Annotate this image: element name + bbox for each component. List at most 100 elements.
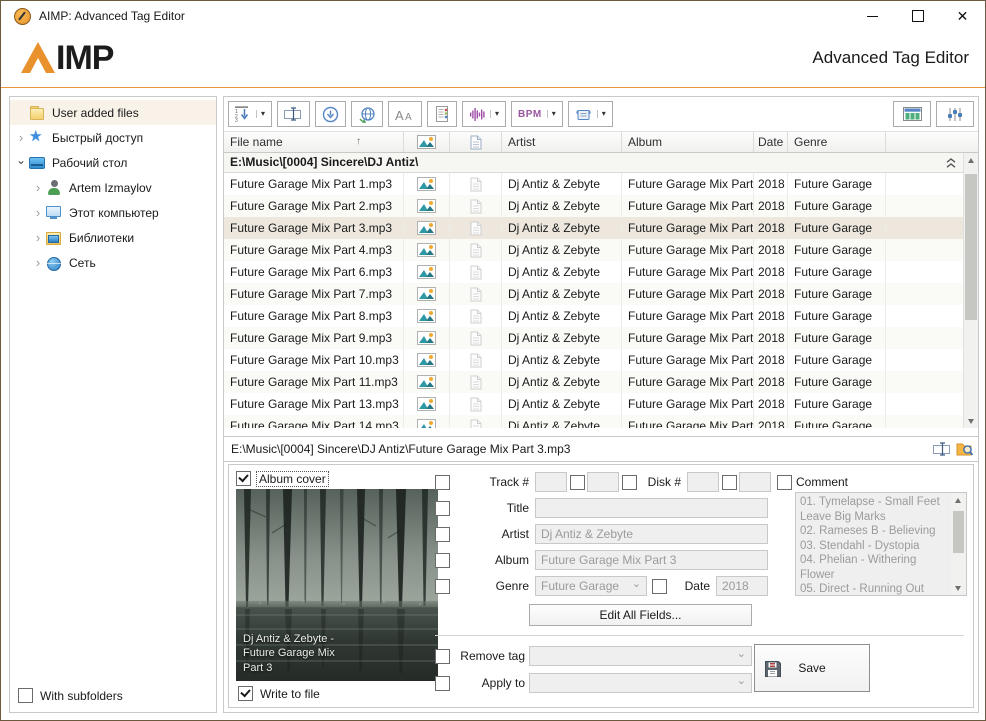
save-button[interactable]: Save (754, 644, 870, 692)
columns-button[interactable] (893, 101, 931, 127)
column-header-lyrics[interactable] (450, 132, 502, 152)
table-row[interactable]: Future Garage Mix Part 8.mp3 Dj Antiz & … (224, 305, 963, 327)
row-album: Future Garage Mix Part 7 (622, 283, 754, 305)
disk-number-input[interactable] (687, 472, 719, 492)
tree-expander-icon[interactable] (14, 156, 28, 170)
sidebar-item[interactable]: Этот компьютер (10, 200, 216, 225)
edit-all-fields-button[interactable]: Edit All Fields... (529, 604, 752, 626)
sort-files-button[interactable]: 1 2 3 ▾ (228, 101, 272, 127)
chevron-down-icon[interactable]: ▾ (547, 110, 556, 118)
group-row[interactable]: E:\Music\[0004] Sincere\DJ Antiz\ (224, 153, 978, 173)
chevron-down-icon[interactable]: ▾ (490, 110, 499, 118)
minimize-button[interactable] (850, 1, 895, 31)
sidebar-item-label: Artem Izmaylov (69, 181, 152, 195)
sidebar-item-label: Быстрый доступ (52, 131, 143, 145)
genre-select[interactable]: Future Garage (535, 576, 647, 596)
chevron-down-icon[interactable]: ▾ (597, 110, 606, 118)
scroll-down-icon[interactable] (964, 413, 978, 428)
view-settings-button[interactable] (936, 101, 974, 127)
tree-expander-icon[interactable] (14, 130, 28, 145)
table-row[interactable]: Future Garage Mix Part 10.mp3 Dj Antiz &… (224, 349, 963, 371)
comment-field-checkbox[interactable] (777, 475, 792, 490)
column-header-date[interactable]: Date (754, 132, 788, 152)
title-input[interactable] (535, 498, 768, 518)
lyrics-icon (470, 287, 482, 302)
comment-textarea[interactable]: 01. Tymelapse - Small Feet Leave Big Mar… (795, 492, 967, 596)
column-header-album[interactable]: Album (622, 132, 754, 152)
table-scrollbar[interactable] (963, 153, 978, 428)
scroll-up-icon[interactable] (951, 493, 965, 508)
row-genre: Future Garage (788, 415, 886, 428)
table-row[interactable]: Future Garage Mix Part 11.mp3 Dj Antiz &… (224, 371, 963, 393)
scroll-down-icon[interactable] (951, 580, 965, 595)
table-row[interactable]: Future Garage Mix Part 6.mp3 Dj Antiz & … (224, 261, 963, 283)
title-field-checkbox[interactable] (435, 501, 450, 516)
disk-total-checkbox[interactable] (722, 475, 737, 490)
fill-from-tags-button[interactable] (315, 101, 346, 127)
with-subfolders-checkbox[interactable] (18, 688, 33, 703)
table-row[interactable]: Future Garage Mix Part 13.mp3 Dj Antiz &… (224, 393, 963, 415)
table-row[interactable]: Future Garage Mix Part 4.mp3 Dj Antiz & … (224, 239, 963, 261)
sidebar-item[interactable]: Библиотеки (10, 225, 216, 250)
date-input[interactable]: 2018 (716, 576, 768, 596)
rename-files-button[interactable] (277, 101, 310, 127)
sidebar-item[interactable]: Рабочий стол (10, 150, 216, 175)
tree-expander-icon[interactable] (31, 180, 45, 195)
tree-expander-icon[interactable] (31, 205, 45, 220)
table-row[interactable]: Future Garage Mix Part 1.mp3 Dj Antiz & … (224, 173, 963, 195)
sidebar-item[interactable]: User added files (10, 100, 216, 125)
scrollbar-thumb[interactable] (953, 511, 964, 553)
album-field-checkbox[interactable] (435, 553, 450, 568)
collapse-group-icon[interactable] (946, 158, 956, 169)
table-row[interactable]: Future Garage Mix Part 7.mp3 Dj Antiz & … (224, 283, 963, 305)
sidebar-item[interactable]: Быстрый доступ (10, 125, 216, 150)
locate-file-button[interactable] (956, 441, 974, 457)
table-row[interactable]: Future Garage Mix Part 2.mp3 Dj Antiz & … (224, 195, 963, 217)
tree-expander-icon[interactable] (31, 255, 45, 270)
column-header-artist[interactable]: Artist (502, 132, 622, 152)
sidebar-item[interactable]: Artem Izmaylov (10, 175, 216, 200)
waveform-button[interactable]: ▾ (462, 101, 506, 127)
column-header-filename[interactable]: File name ↑ (224, 132, 404, 152)
column-header-genre[interactable]: Genre (788, 132, 886, 152)
bpm-label: BPM (518, 109, 542, 120)
comment-scrollbar[interactable] (951, 493, 966, 595)
genre-field-checkbox[interactable] (435, 579, 450, 594)
column-header-albumart[interactable] (404, 132, 450, 152)
date-field-checkbox[interactable] (652, 579, 667, 594)
remove-tag-select[interactable] (529, 646, 752, 666)
track-total-input[interactable] (587, 472, 619, 492)
report-button[interactable] (427, 101, 457, 127)
track-number-input[interactable] (535, 472, 567, 492)
scroll-up-icon[interactable] (964, 153, 978, 168)
apply-to-select[interactable] (529, 673, 752, 693)
album-cover-checkbox[interactable] (236, 471, 251, 486)
track-total-checkbox[interactable] (570, 475, 585, 490)
scripts-button[interactable]: ▾ (568, 101, 613, 127)
rename-file-button[interactable] (933, 441, 952, 457)
row-date: 2018 (754, 239, 788, 261)
artist-input[interactable]: Dj Antiz & Zebyte (535, 524, 768, 544)
disk-total-input[interactable] (739, 472, 771, 492)
close-button[interactable]: ✕ (940, 1, 985, 31)
tree-expander-icon[interactable] (31, 230, 45, 245)
album-cover-image[interactable]: Dj Antiz & Zebyte - Future Garage Mix Pa… (236, 489, 438, 681)
table-row[interactable]: Future Garage Mix Part 14.mp3 Dj Antiz &… (224, 415, 963, 428)
sidebar-item[interactable]: Сеть (10, 250, 216, 275)
chevron-down-icon[interactable]: ▾ (256, 110, 265, 118)
fill-from-internet-button[interactable] (351, 101, 383, 127)
scrollbar-thumb[interactable] (965, 174, 977, 320)
bpm-button[interactable]: BPM ▾ (511, 101, 563, 127)
apply-to-checkbox[interactable] (435, 676, 450, 691)
remove-tag-checkbox[interactable] (435, 649, 450, 664)
maximize-button[interactable] (895, 1, 940, 31)
track-field-checkbox[interactable] (435, 475, 450, 490)
write-to-file-checkbox[interactable] (238, 686, 253, 701)
album-input[interactable]: Future Garage Mix Part 3 (535, 550, 768, 570)
album-cover-label[interactable]: Album cover (257, 472, 328, 486)
table-row[interactable]: Future Garage Mix Part 3.mp3 Dj Antiz & … (224, 217, 963, 239)
table-row[interactable]: Future Garage Mix Part 9.mp3 Dj Antiz & … (224, 327, 963, 349)
artist-field-checkbox[interactable] (435, 527, 450, 542)
letter-case-button[interactable]: A A (388, 101, 422, 127)
row-genre: Future Garage (788, 327, 886, 349)
